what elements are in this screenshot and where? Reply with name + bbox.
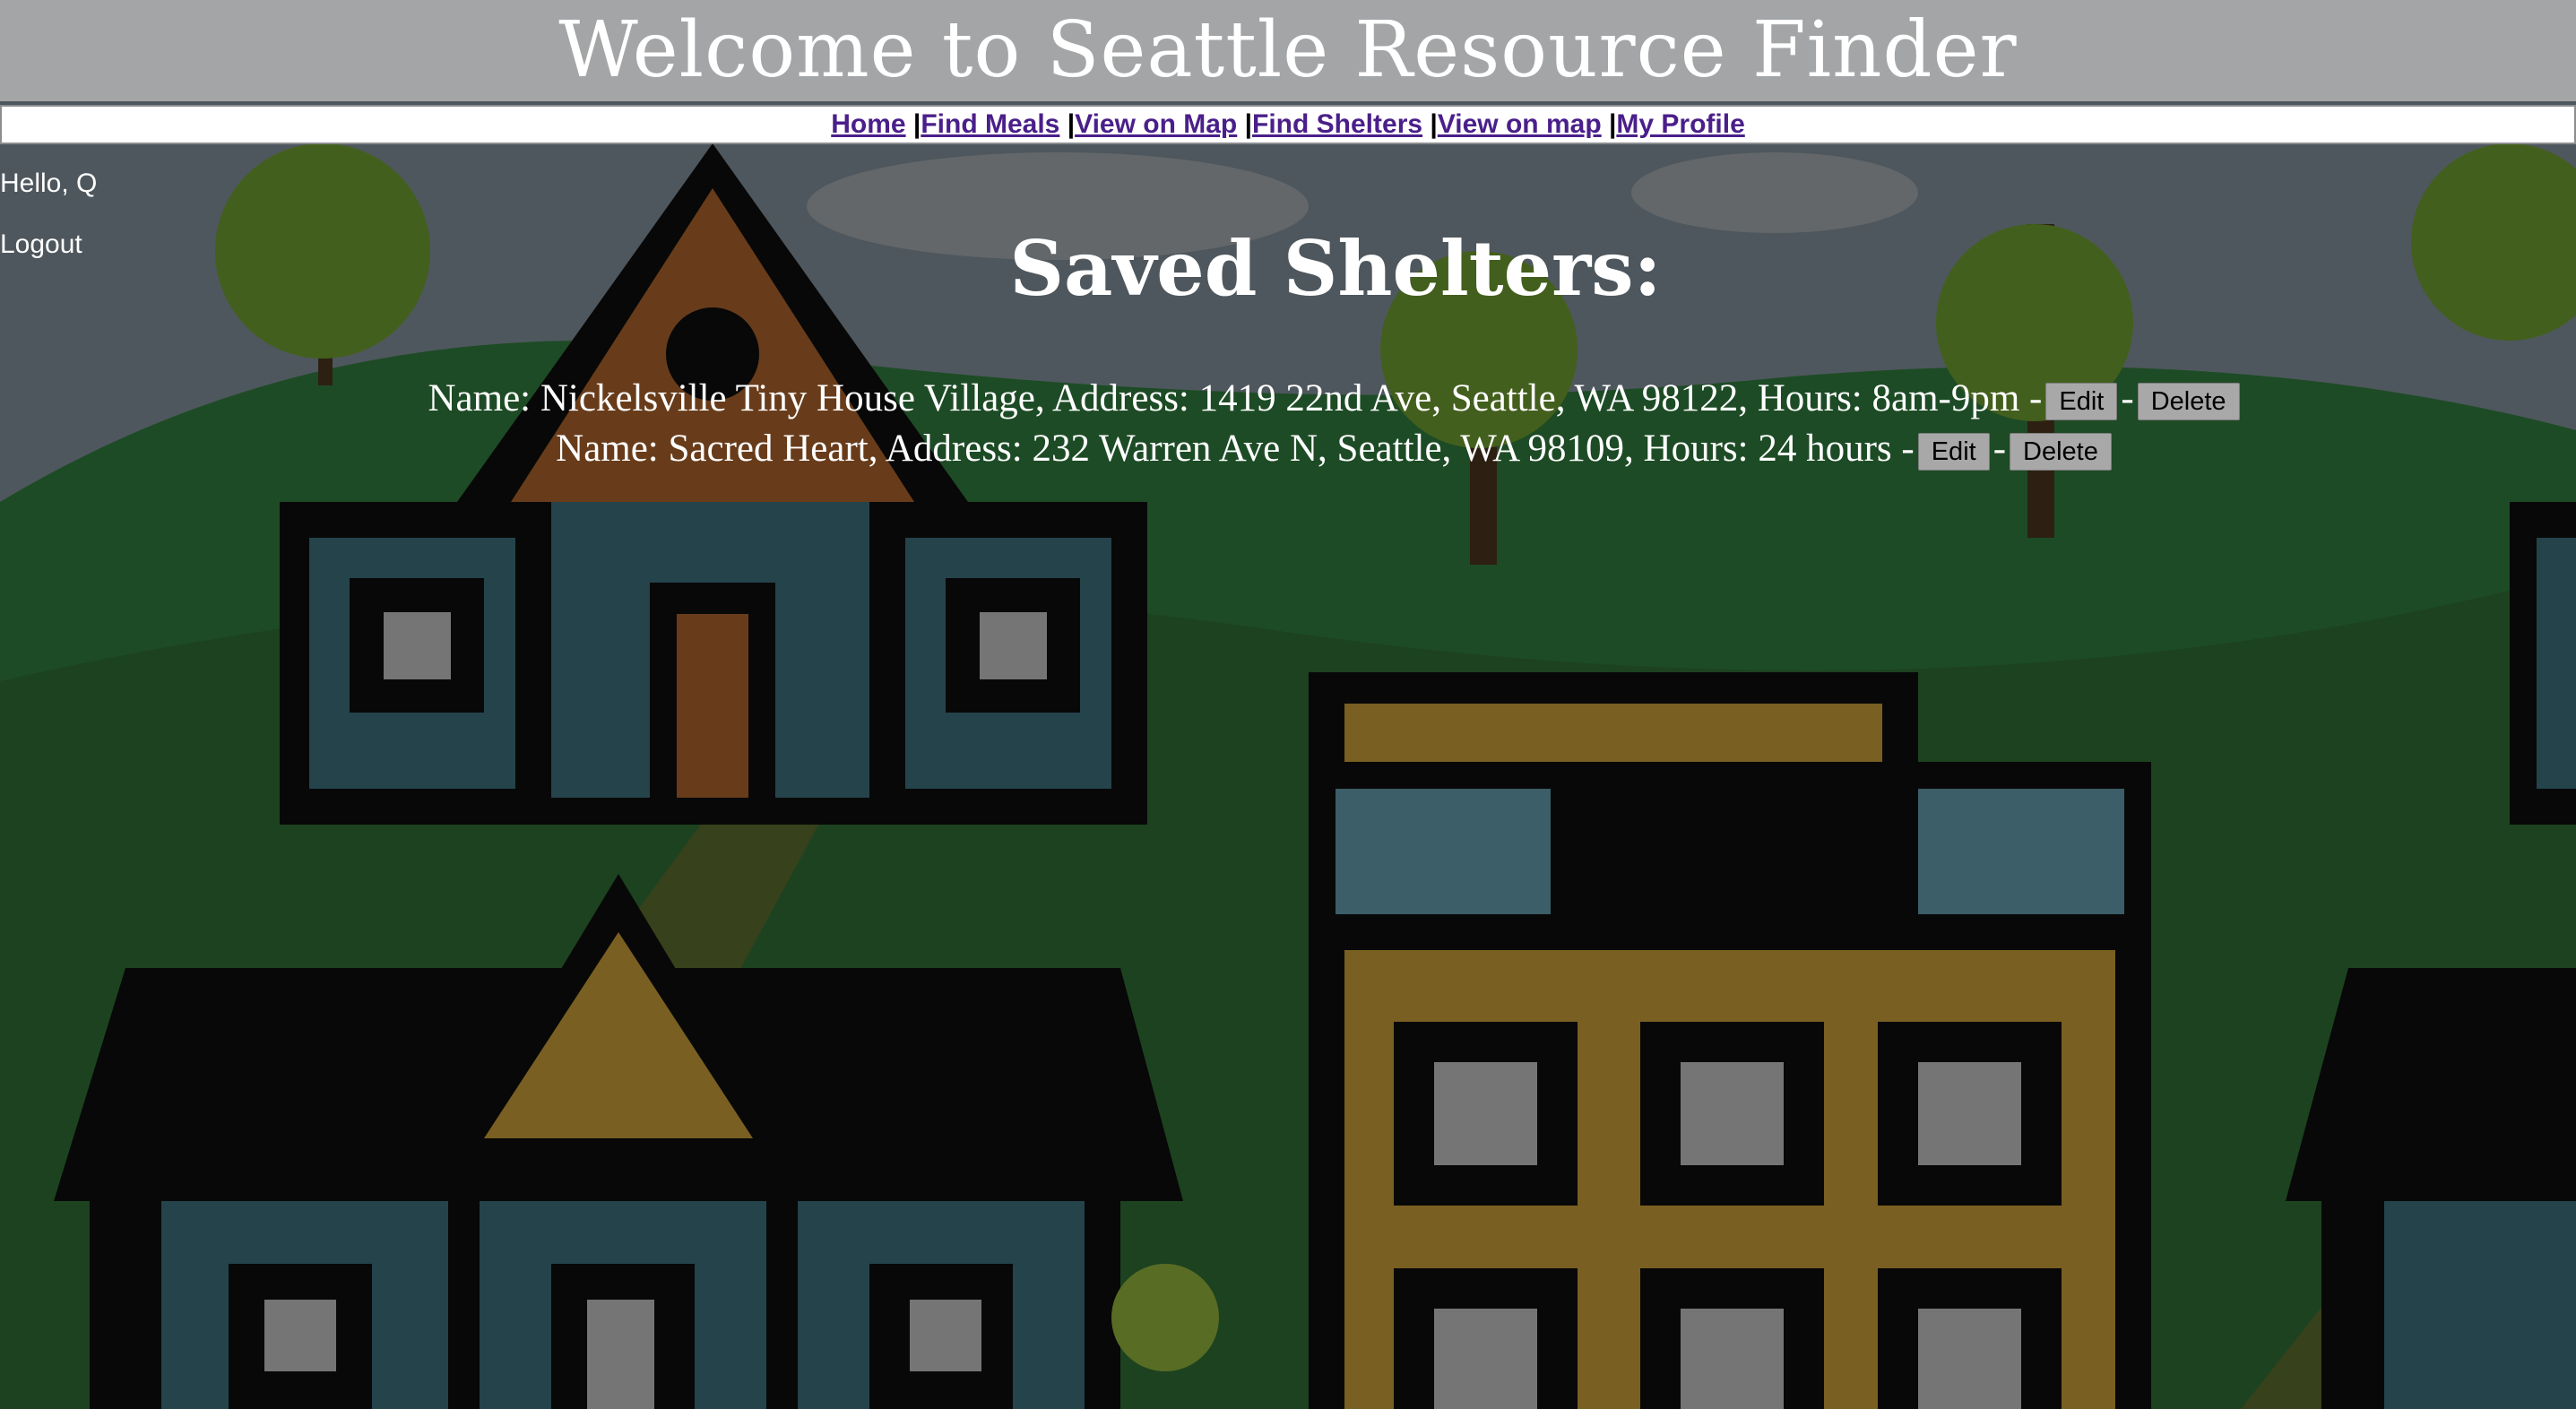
dash-separator: -	[1901, 428, 1915, 470]
delete-button[interactable]: Delete	[2137, 383, 2240, 421]
main-content: Saved Shelters: Name: Nickelsville Tiny …	[0, 224, 2576, 474]
nav-separator: |	[1244, 109, 1253, 139]
site-title: Welcome to Seattle Resource Finder	[558, 5, 2018, 95]
site-header: Welcome to Seattle Resource Finder	[0, 0, 2576, 101]
dash-separator: -	[1993, 428, 2007, 470]
background-dim-overlay	[0, 0, 2576, 1409]
nav-find-shelters-link[interactable]: Find Shelters	[1252, 109, 1422, 139]
page-heading: Saved Shelters:	[1009, 224, 1662, 313]
nav-home-link[interactable]: Home	[831, 109, 905, 139]
nav-shelters-map-link[interactable]: View on map	[1438, 109, 1602, 139]
dash-separator: -	[2029, 377, 2043, 419]
edit-button[interactable]: Edit	[2045, 383, 2118, 421]
nav-separator: |	[1067, 109, 1076, 139]
dash-separator: -	[2121, 377, 2134, 419]
user-greeting: Hello, Q	[0, 169, 98, 198]
shelter-row: Name: Nickelsville Tiny House Village, A…	[0, 374, 2576, 424]
nav-separator: |	[1430, 109, 1438, 139]
nav-bar: Home |Find Meals |View on Map |Find Shel…	[0, 105, 2576, 144]
shelter-details: Name: Sacred Heart, Address: 232 Warren …	[556, 428, 1892, 470]
nav-my-profile-link[interactable]: My Profile	[1616, 109, 1744, 139]
edit-button[interactable]: Edit	[1917, 433, 1990, 471]
nav-find-meals-link[interactable]: Find Meals	[921, 109, 1059, 139]
saved-shelters-list: Name: Nickelsville Tiny House Village, A…	[0, 374, 2576, 474]
delete-button[interactable]: Delete	[2010, 433, 2112, 471]
shelter-row: Name: Sacred Heart, Address: 232 Warren …	[0, 424, 2576, 474]
shelter-details: Name: Nickelsville Tiny House Village, A…	[428, 377, 2020, 419]
nav-meals-map-link[interactable]: View on Map	[1075, 109, 1237, 139]
